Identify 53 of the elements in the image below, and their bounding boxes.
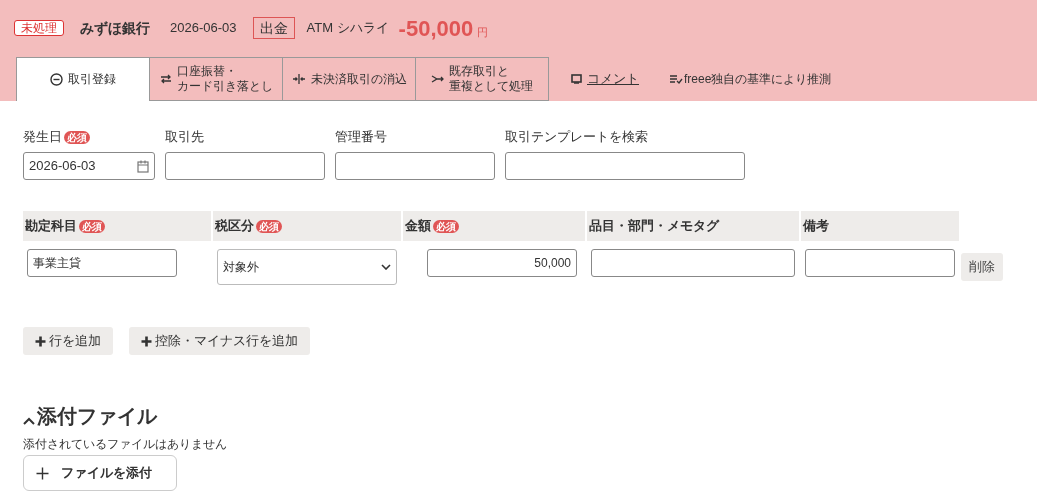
join-arrow-icon bbox=[431, 74, 444, 84]
field-label: 管理番号 bbox=[335, 128, 387, 147]
plus-icon bbox=[35, 335, 46, 347]
chevron-down-icon bbox=[381, 264, 391, 270]
section-title: 添付ファイル bbox=[37, 404, 157, 429]
column-title: 勘定科目 bbox=[25, 217, 77, 236]
column-title: 備考 bbox=[803, 217, 829, 236]
attach-file-button[interactable]: ファイルを添付 bbox=[23, 455, 177, 491]
guess-note: freee独自の基準により推測 bbox=[684, 71, 832, 88]
plus-icon bbox=[141, 335, 152, 347]
column-title: 金額 bbox=[405, 217, 431, 236]
input-field[interactable]: 事業主貸 bbox=[27, 249, 177, 277]
input-field[interactable] bbox=[505, 152, 745, 180]
tab[interactable]: 取引登録 bbox=[16, 57, 150, 101]
tax-select[interactable]: 対象外 bbox=[217, 249, 397, 285]
tab[interactable]: 口座振替・ カード引き落とし bbox=[149, 57, 283, 101]
input-field[interactable]: 50,000 bbox=[427, 249, 577, 277]
calendar-icon bbox=[137, 159, 149, 173]
bank-name: みずほ銀行 bbox=[80, 18, 150, 38]
required-badge: 必須 bbox=[79, 219, 105, 233]
status-badge: 未処理 bbox=[14, 20, 64, 36]
transaction-description: ATM シハライ bbox=[306, 19, 389, 38]
required-badge: 必須 bbox=[64, 130, 90, 144]
field-label: 発生日 bbox=[23, 128, 62, 147]
swap-arrows-icon bbox=[159, 74, 172, 84]
chevron-up-icon[interactable] bbox=[23, 417, 35, 425]
input-field[interactable] bbox=[591, 249, 795, 277]
empty-message: 添付されているファイルはありません bbox=[23, 436, 228, 453]
currency-unit: 円 bbox=[477, 24, 489, 40]
required-badge: 必須 bbox=[433, 219, 459, 233]
direction-badge: 出金 bbox=[252, 17, 295, 39]
input-field[interactable] bbox=[335, 152, 495, 180]
field-label: 取引先 bbox=[165, 128, 204, 147]
required-badge: 必須 bbox=[256, 219, 282, 233]
delete-button[interactable]: 削除 bbox=[961, 253, 1003, 281]
input-field[interactable] bbox=[165, 152, 325, 180]
minus-circle-icon bbox=[50, 73, 63, 86]
date-field[interactable]: 2026-06-03 bbox=[23, 152, 155, 180]
add-row-button[interactable]: 控除・マイナス行を追加 bbox=[129, 327, 310, 355]
tab[interactable]: 未決済取引の消込 bbox=[282, 57, 416, 101]
field-label: 取引テンプレートを検索 bbox=[505, 128, 648, 147]
column-title: 品目・部門・メモタグ bbox=[589, 217, 719, 236]
transaction-date: 2026-06-03 bbox=[170, 19, 237, 38]
plus-icon bbox=[36, 466, 49, 480]
comment-icon bbox=[571, 74, 582, 84]
merge-arrows-icon bbox=[291, 74, 306, 84]
add-row-button[interactable]: 行を追加 bbox=[23, 327, 113, 355]
column-title: 税区分 bbox=[215, 217, 254, 236]
comment-link[interactable]: コメント bbox=[587, 69, 639, 89]
amount-value: -50,000 bbox=[398, 14, 474, 43]
tab[interactable]: 既存取引と 重複として処理 bbox=[415, 57, 549, 101]
input-field[interactable] bbox=[805, 249, 955, 277]
list-check-icon bbox=[669, 74, 683, 84]
